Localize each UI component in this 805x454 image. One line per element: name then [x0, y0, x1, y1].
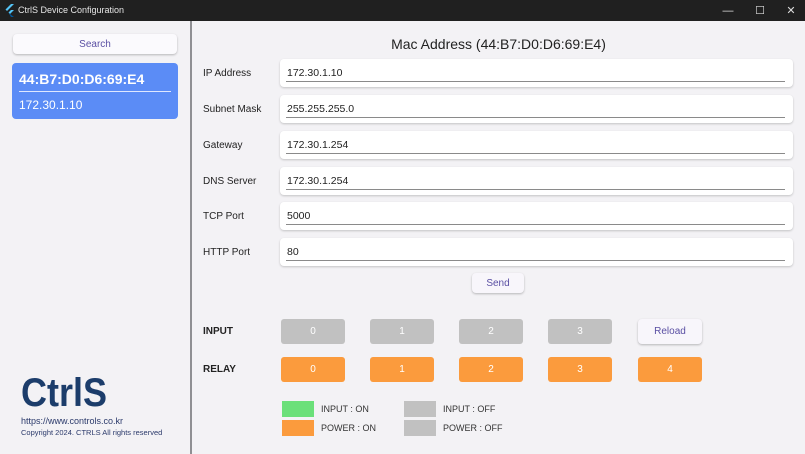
- input-2-label: 2: [488, 326, 494, 337]
- logo-text: CtrlS: [21, 371, 107, 412]
- send-button[interactable]: Send: [472, 273, 524, 293]
- search-button[interactable]: Search: [13, 34, 177, 54]
- main-panel: Mac Address (44:B7:D0:D6:69:E4) IP Addre…: [192, 21, 805, 454]
- device-ip: 172.30.1.10: [19, 98, 83, 112]
- gateway-label: Gateway: [203, 140, 243, 151]
- company-url[interactable]: https://www.controls.co.kr: [21, 416, 123, 426]
- ctrls-logo: CtrlS: [21, 371, 107, 412]
- page-title: Mac Address (44:B7:D0:D6:69:E4): [391, 36, 606, 52]
- tcp-port-value: 5000: [287, 210, 311, 222]
- minimize-button[interactable]: —: [712, 0, 744, 21]
- device-divider: [19, 91, 171, 92]
- input-2-button[interactable]: 2: [459, 319, 523, 344]
- relay-3-button[interactable]: 3: [548, 357, 612, 382]
- copyright-text: Copyright 2024. CTRLS All rights reserve…: [21, 428, 163, 437]
- maximize-button[interactable]: ☐: [744, 0, 776, 21]
- input-3-button[interactable]: 3: [548, 319, 612, 344]
- ip-address-label: IP Address: [203, 68, 252, 79]
- input-underline: [286, 153, 785, 154]
- relay-0-button[interactable]: 0: [281, 357, 345, 382]
- dns-server-value: 172.30.1.254: [287, 175, 349, 187]
- subnet-mask-field[interactable]: 255.255.255.0: [280, 95, 793, 123]
- legend-input-on-swatch: [282, 401, 314, 417]
- input-underline: [286, 224, 785, 225]
- input-underline: [286, 117, 785, 118]
- minimize-icon: —: [722, 4, 734, 17]
- input-0-label: 0: [310, 326, 316, 337]
- legend-input-off-swatch: [404, 401, 436, 417]
- close-button[interactable]: ✕: [775, 0, 805, 21]
- device-list-item[interactable]: 44:B7:D0:D6:69:E4 172.30.1.10: [12, 63, 178, 119]
- input-1-label: 1: [399, 326, 405, 337]
- flutter-icon: [5, 4, 14, 17]
- device-mac: 44:B7:D0:D6:69:E4: [19, 71, 145, 87]
- gateway-field[interactable]: 172.30.1.254: [280, 131, 793, 159]
- gateway-value: 172.30.1.254: [287, 139, 349, 151]
- legend-power-on-swatch: [282, 420, 314, 436]
- legend-power-off-label: POWER : OFF: [443, 423, 503, 433]
- relay-1-label: 1: [399, 364, 405, 375]
- legend-input-on-label: INPUT : ON: [321, 404, 369, 414]
- input-underline: [286, 189, 785, 190]
- relay-0-label: 0: [310, 364, 316, 375]
- relay-row-label: RELAY: [203, 364, 236, 375]
- close-icon: ✕: [786, 5, 796, 17]
- input-row-label: INPUT: [203, 326, 233, 337]
- legend-input-off-label: INPUT : OFF: [443, 404, 496, 414]
- subnet-mask-value: 255.255.255.0: [287, 103, 355, 115]
- relay-4-label: 4: [667, 364, 673, 375]
- send-button-label: Send: [486, 277, 510, 289]
- relay-2-label: 2: [488, 364, 494, 375]
- maximize-icon: ☐: [755, 5, 765, 17]
- title-bar: CtrlS Device Configuration — ☐ ✕: [0, 0, 805, 21]
- legend-power-on-label: POWER : ON: [321, 423, 377, 433]
- reload-button[interactable]: Reload: [638, 319, 702, 344]
- http-port-value: 80: [287, 246, 299, 258]
- input-3-label: 3: [577, 326, 583, 337]
- reload-button-label: Reload: [654, 326, 686, 337]
- tcp-port-label: TCP Port: [203, 211, 244, 222]
- http-port-field[interactable]: 80: [280, 238, 793, 266]
- input-0-button[interactable]: 0: [281, 319, 345, 344]
- relay-2-button[interactable]: 2: [459, 357, 523, 382]
- relay-4-button[interactable]: 4: [638, 357, 702, 382]
- search-button-label: Search: [79, 38, 111, 50]
- subnet-mask-label: Subnet Mask: [203, 104, 262, 115]
- tcp-port-field[interactable]: 5000: [280, 202, 793, 230]
- http-port-label: HTTP Port: [203, 247, 251, 258]
- relay-1-button[interactable]: 1: [370, 357, 434, 382]
- dns-server-label: DNS Server: [203, 176, 257, 187]
- ip-address-value: 172.30.1.10: [287, 67, 343, 79]
- dns-server-field[interactable]: 172.30.1.254: [280, 167, 793, 195]
- input-underline: [286, 260, 785, 261]
- input-underline: [286, 81, 785, 82]
- window-title: CtrlS Device Configuration: [18, 5, 125, 15]
- input-1-button[interactable]: 1: [370, 319, 434, 344]
- ip-address-field[interactable]: 172.30.1.10: [280, 59, 793, 87]
- legend-power-off-swatch: [404, 420, 436, 436]
- relay-3-label: 3: [577, 364, 583, 375]
- sidebar: Search 44:B7:D0:D6:69:E4 172.30.1.10 Ctr…: [0, 21, 190, 454]
